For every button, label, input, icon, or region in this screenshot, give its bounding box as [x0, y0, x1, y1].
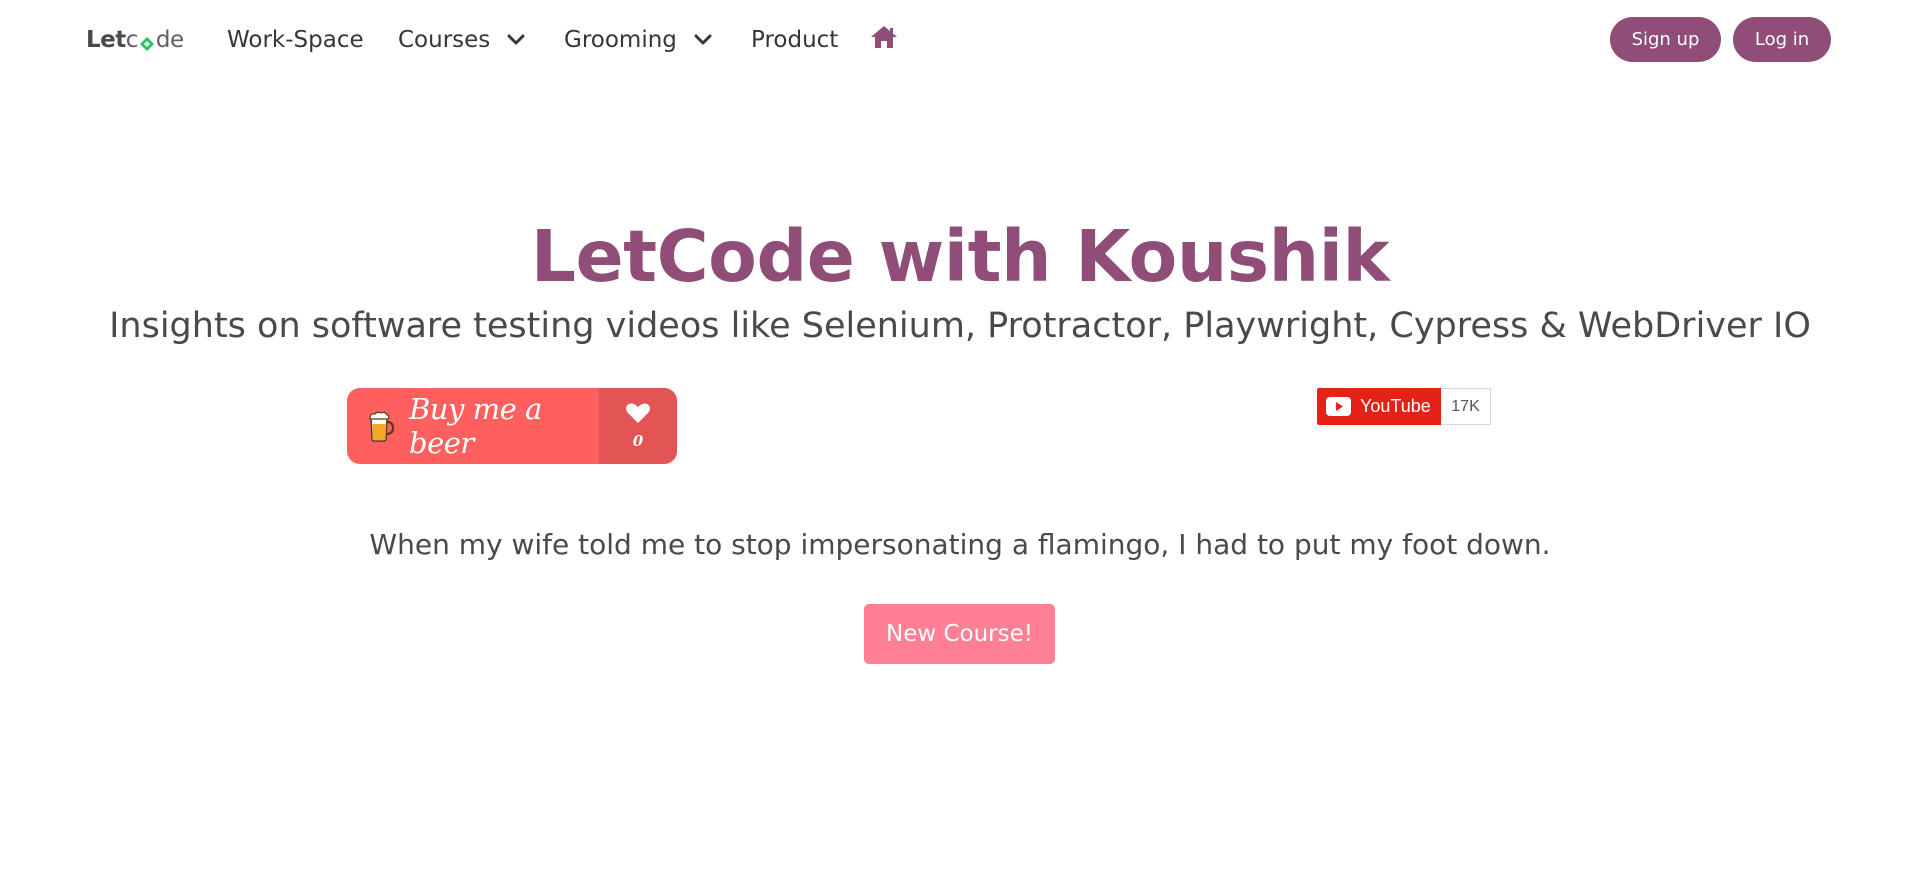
hero-subtitle: Insights on software testing videos like… — [109, 306, 1811, 346]
navbar: Let c de Work-Space Courses Grooming Pro… — [0, 0, 1920, 80]
logo-diamond-icon — [139, 32, 155, 51]
hero-title: LetCode with Koushik — [530, 215, 1390, 298]
buy-me-a-beer-main: Buy me a beer — [347, 388, 599, 464]
logo-text-let: Let — [86, 27, 126, 53]
login-button[interactable]: Log in — [1733, 17, 1831, 62]
youtube-button[interactable]: YouTube — [1317, 388, 1441, 425]
nav-workspace[interactable]: Work-Space — [227, 20, 364, 60]
new-course-button[interactable]: New Course! — [864, 604, 1055, 664]
beer-count: 0 — [632, 432, 644, 450]
signup-button[interactable]: Sign up — [1610, 17, 1721, 62]
nav-grooming-dropdown[interactable]: Grooming — [564, 20, 715, 60]
nav-home[interactable] — [869, 20, 899, 60]
nav-workspace-label: Work-Space — [227, 27, 364, 53]
nav-product-label: Product — [751, 27, 839, 53]
letcode-logo[interactable]: Let c de — [86, 26, 184, 54]
youtube-subscriber-count: 17K — [1441, 388, 1491, 425]
joke-text: When my wife told me to stop impersonati… — [369, 528, 1551, 561]
nav-courses-label: Courses — [398, 27, 491, 53]
beer-count-box: 0 — [599, 388, 677, 464]
chevron-down-icon — [504, 28, 528, 52]
buy-me-a-beer-button[interactable]: Buy me a beer 0 — [347, 388, 677, 464]
youtube-icon — [1326, 397, 1351, 416]
logo-text-c: c — [125, 27, 139, 53]
logo-text-de: de — [155, 27, 184, 53]
nav-product[interactable]: Product — [751, 20, 838, 60]
nav-grooming-label: Grooming — [564, 27, 677, 53]
nav-courses-dropdown[interactable]: Courses — [398, 20, 528, 60]
buy-me-a-beer-label: Buy me a beer — [409, 392, 542, 460]
beer-icon — [367, 410, 395, 442]
heart-icon — [625, 402, 651, 428]
youtube-label: YouTube — [1360, 396, 1431, 416]
youtube-subscribe-badge[interactable]: YouTube 17K — [1317, 388, 1491, 425]
chevron-down-icon — [691, 28, 715, 52]
home-icon — [870, 25, 898, 55]
